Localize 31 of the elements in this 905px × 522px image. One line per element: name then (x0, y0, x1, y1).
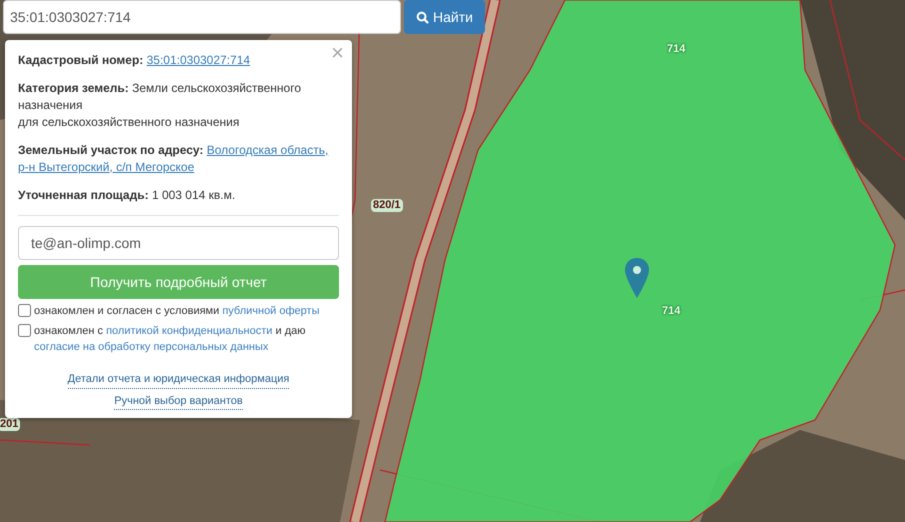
field-link[interactable]: Вологодская область, (206, 143, 328, 157)
search-button[interactable]: Найти (404, 0, 485, 34)
consent-link[interactable]: публичной оферты (222, 305, 320, 317)
consent-link[interactable]: политикой конфиденциальности (106, 325, 272, 337)
email-field[interactable]: te@an-olimp.com (18, 226, 339, 260)
field-value: 1 003 014 кв.м. (152, 188, 236, 202)
consent-text: ознакомлен с политикой конфиденциальности и даю согласие на обработку персональных данных (34, 324, 306, 355)
field-label: Уточненная площадь: (18, 188, 149, 202)
field-label: Земельный участок по адресу: (18, 143, 204, 157)
field-value: для сельскохозяйственного назначения (18, 115, 240, 129)
field-link[interactable]: 35:01:0303027:714 (146, 53, 250, 67)
parcel-number: 714 (667, 43, 686, 56)
search-field[interactable]: 35:01:0303027:714 (3, 0, 401, 34)
checkbox[interactable] (18, 324, 31, 337)
parcel-number: 714 (662, 305, 680, 318)
consent-text: ознакомлен и согласен с условиями публичной оферты (34, 304, 320, 319)
parcel-number: 201 (0, 418, 20, 431)
search-icon (416, 10, 429, 24)
info-link[interactable]: Ручной выбор вариантов (114, 392, 243, 410)
field-label: Категория земель: (18, 81, 129, 95)
map-pin-icon[interactable] (625, 258, 649, 298)
field-value: назначения (18, 98, 82, 112)
parcel-number: 820/1 (371, 199, 403, 212)
field-value: Земли сельскохозяйственного (132, 81, 302, 95)
close-button[interactable]: × (331, 42, 344, 64)
consent-link[interactable]: согласие на обработку персональных данных (34, 341, 268, 353)
report-button[interactable]: Получить подробный отчет (18, 265, 339, 299)
info-link[interactable]: Детали отчета и юридическая информация (68, 371, 290, 388)
field-label: Кадастровый номер: (18, 53, 144, 67)
checkbox[interactable] (18, 304, 31, 317)
field-link[interactable]: р-н Вытегорский, с/п Мегорское (18, 160, 194, 174)
